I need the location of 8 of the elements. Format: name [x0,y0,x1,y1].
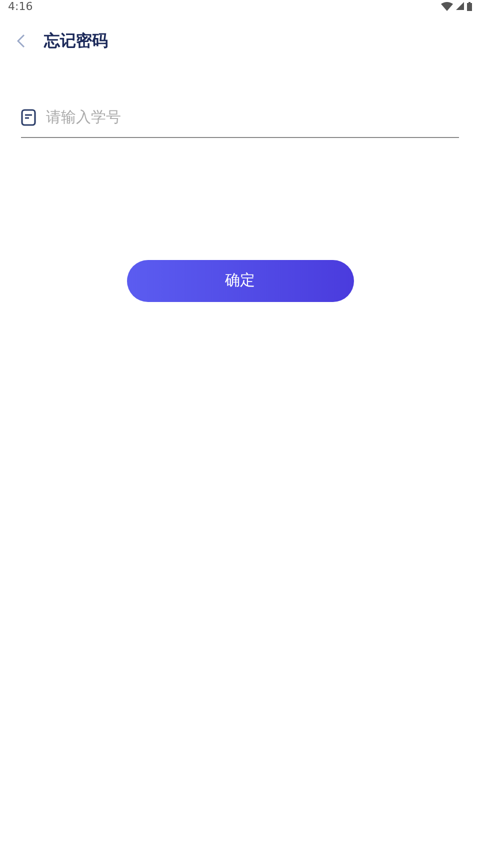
student-id-field[interactable]: 请输入学号 [46,106,459,128]
battery-icon [467,2,472,10]
document-icon [21,108,36,126]
page-title: 忘记密码 [44,30,108,52]
wifi-icon [441,2,453,10]
signal-icon [456,2,464,10]
confirm-button[interactable]: 确定 [126,260,354,302]
status-time: 4:16 [8,0,33,12]
